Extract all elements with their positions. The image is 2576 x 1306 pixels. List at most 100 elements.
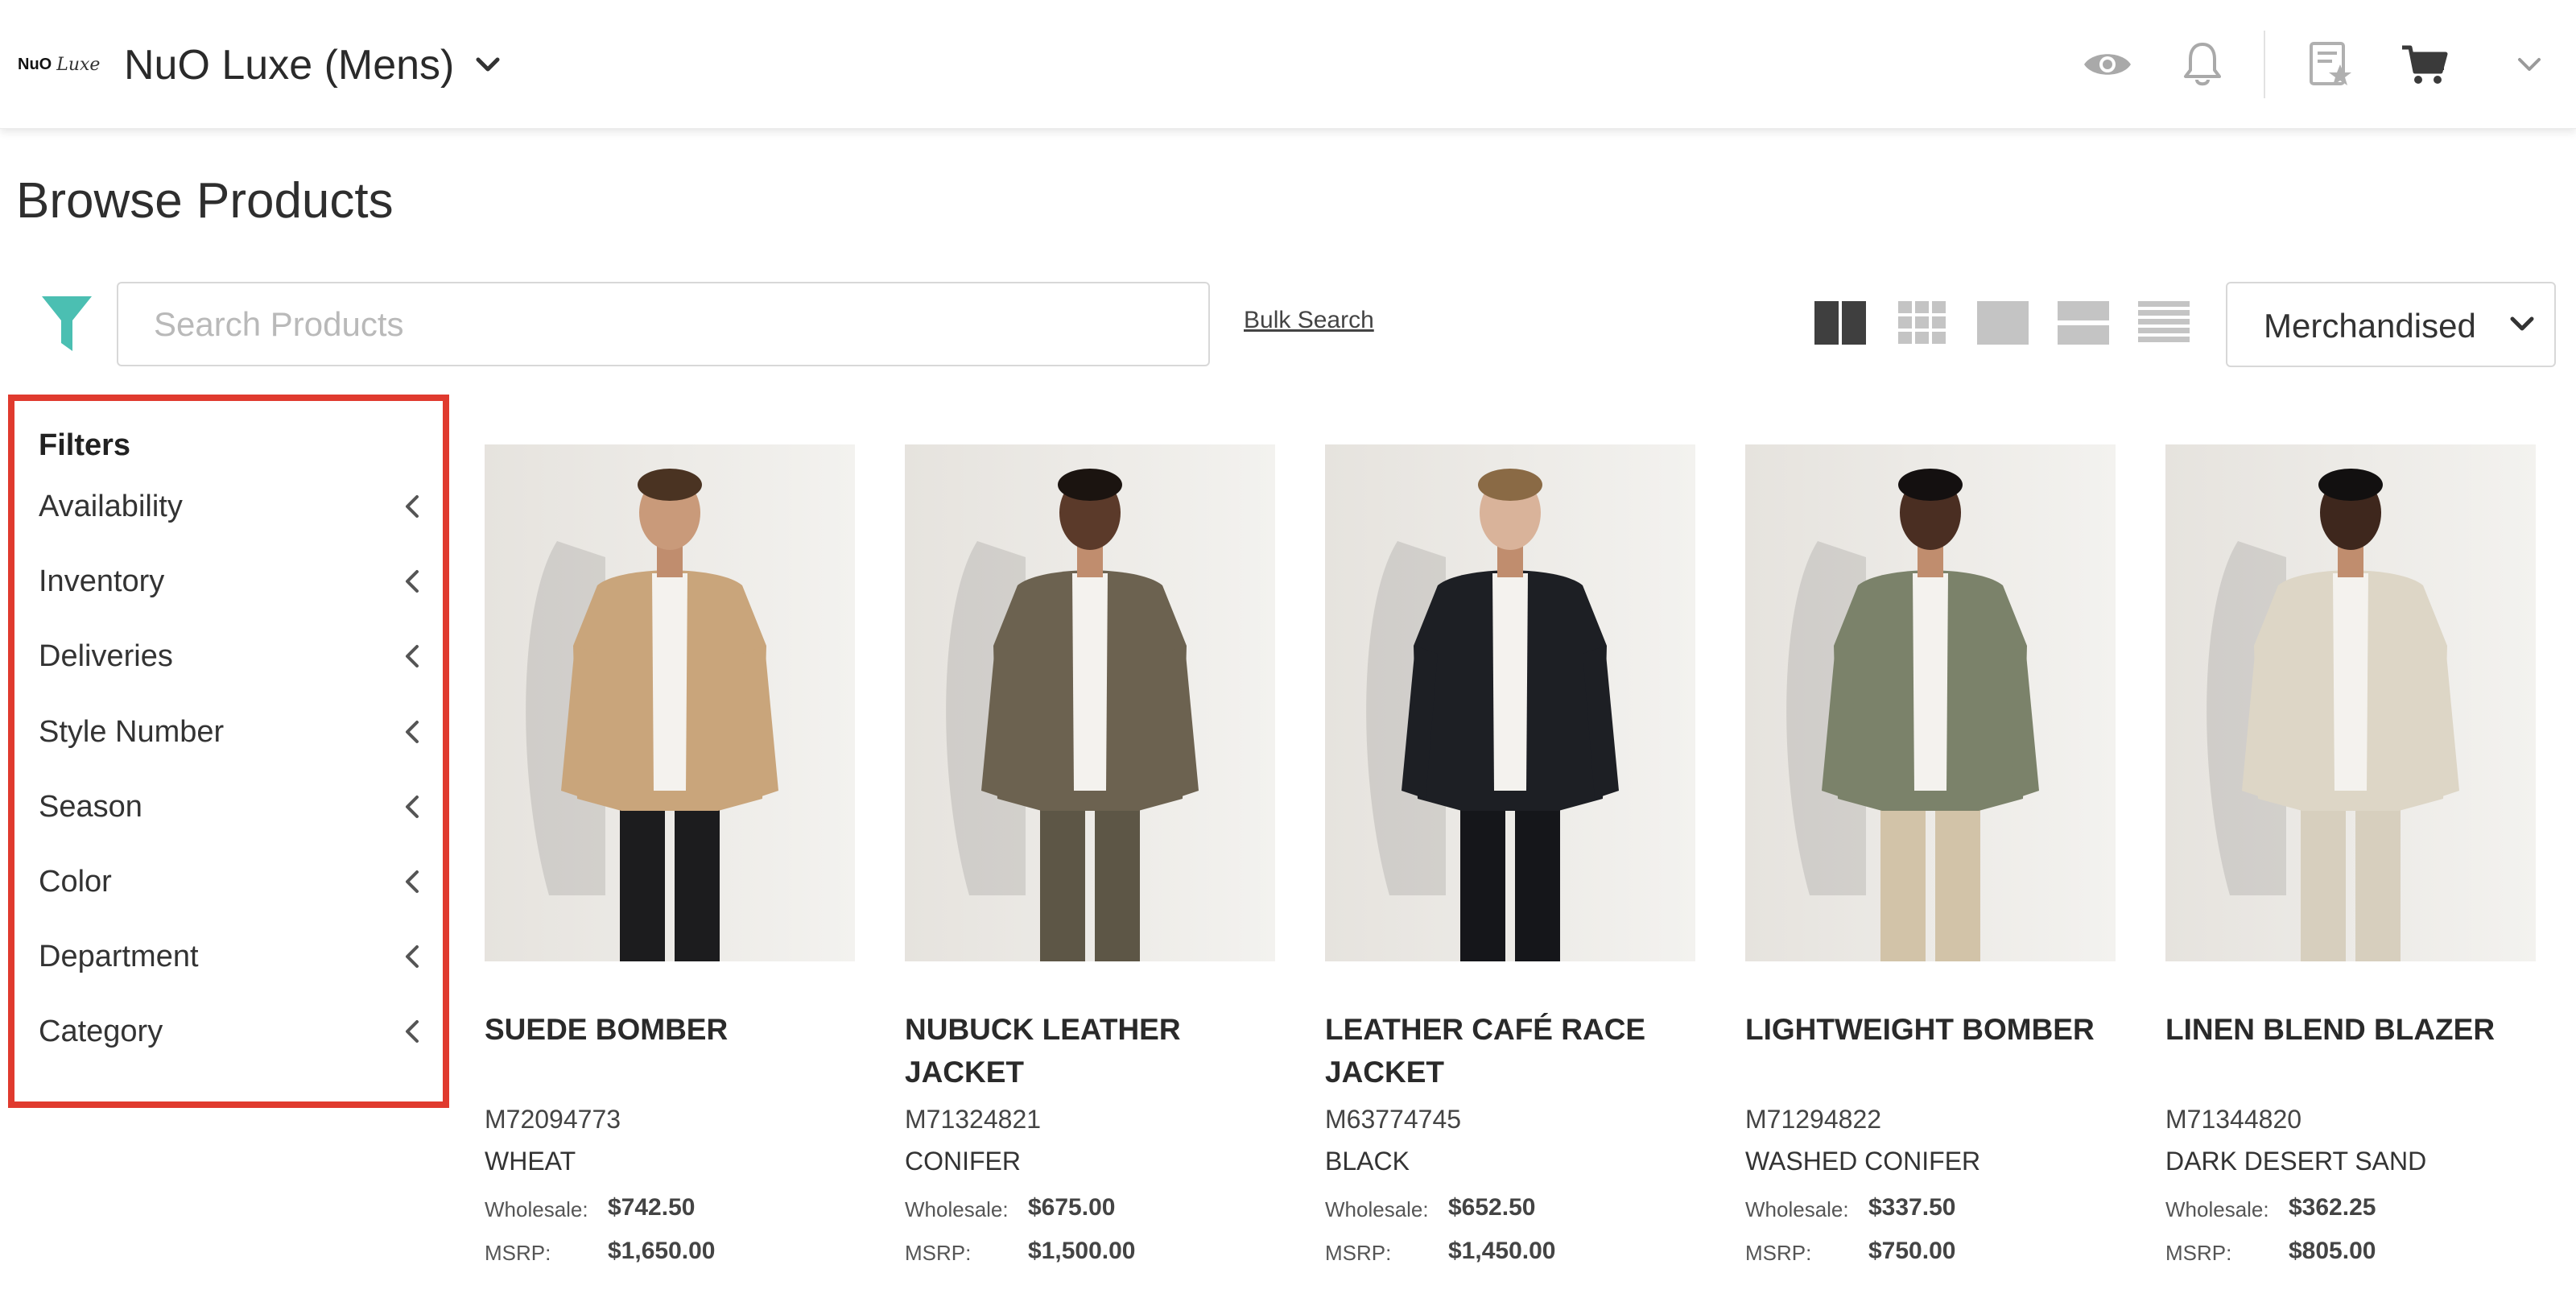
product-color: WASHED CONIFER (1745, 1147, 1981, 1176)
product-image[interactable] (1325, 444, 1695, 961)
product-name[interactable]: LEATHER CAFÉ RACE JACKET (1325, 1008, 1695, 1093)
filter-funnel-icon[interactable] (40, 293, 93, 354)
wholesale-price: $337.50 (1868, 1194, 1956, 1221)
wholesale-price-row: Wholesale: $362.25 (2165, 1192, 2536, 1224)
product-color: WHEAT (485, 1147, 576, 1176)
filter-season[interactable]: Season (14, 778, 443, 834)
view-list-button[interactable] (2136, 298, 2191, 348)
chevron-left-icon (406, 495, 419, 518)
filter-availability[interactable]: Availability (14, 477, 443, 534)
msrp-price: $1,450.00 (1448, 1238, 1556, 1264)
wholesale-label: Wholesale: (2165, 1197, 2269, 1221)
filter-label: Availability (39, 490, 183, 523)
bell-icon[interactable] (2177, 39, 2228, 90)
brand-logo[interactable]: NuO Luxe (18, 48, 108, 81)
search-input[interactable] (117, 282, 1210, 366)
filter-deliveries[interactable]: Deliveries (14, 627, 443, 684)
filter-category[interactable]: Category (14, 1002, 443, 1059)
wholesale-price: $742.50 (608, 1194, 696, 1221)
chevron-down-icon[interactable] (472, 53, 504, 77)
wholesale-price: $362.25 (2289, 1194, 2376, 1221)
view-single-button[interactable] (1975, 298, 2030, 348)
product-sku: M63774745 (1325, 1105, 1462, 1134)
product-name[interactable]: SUEDE BOMBER (485, 1008, 855, 1051)
product-card[interactable]: SUEDE BOMBER M72094773 WHEAT Wholesale: … (485, 444, 855, 1282)
filter-label: Category (39, 1015, 163, 1048)
product-sku: M71324821 (905, 1105, 1042, 1134)
filter-department[interactable]: Department (14, 928, 443, 984)
page-title: Browse Products (16, 173, 394, 229)
filter-label: Inventory (39, 564, 165, 598)
product-image[interactable] (2165, 444, 2536, 961)
msrp-price: $1,650.00 (608, 1238, 716, 1264)
msrp-label: MSRP: (1325, 1241, 1392, 1265)
product-card[interactable]: LEATHER CAFÉ RACE JACKET M63774745 BLACK… (1325, 444, 1695, 1282)
filter-label: Season (39, 790, 142, 824)
chevron-left-icon (406, 721, 419, 743)
msrp-price-row: MSRP: $750.00 (1745, 1235, 2116, 1267)
filter-style-number[interactable]: Style Number (14, 703, 443, 759)
top-bar: NuO Luxe NuO Luxe (Mens) (0, 0, 2576, 129)
product-name[interactable]: NUBUCK LEATHER JACKET (905, 1008, 1275, 1093)
bulk-search-link[interactable]: Bulk Search (1244, 304, 1374, 337)
msrp-label: MSRP: (905, 1241, 972, 1265)
product-color: DARK DESERT SAND (2165, 1147, 2427, 1176)
wholesale-price-row: Wholesale: $742.50 (485, 1192, 855, 1224)
sort-select-value: Merchandised (2264, 307, 2476, 345)
filter-label: Department (39, 940, 199, 973)
header-divider (2264, 31, 2265, 98)
msrp-price-row: MSRP: $1,650.00 (485, 1235, 855, 1267)
product-image[interactable] (485, 444, 855, 961)
product-color: CONIFER (905, 1147, 1021, 1176)
wholesale-label: Wholesale: (485, 1197, 588, 1221)
product-name[interactable]: LINEN BLEND BLAZER (2165, 1008, 2536, 1051)
filter-label: Deliveries (39, 639, 173, 673)
filters-heading: Filters (39, 428, 131, 462)
brand-logo-primary: NuO (18, 55, 52, 73)
view-large-grid-button[interactable] (1813, 298, 1868, 348)
chevron-left-icon (406, 796, 419, 818)
chevron-left-icon (406, 945, 419, 968)
product-card[interactable]: NUBUCK LEATHER JACKET M71324821 CONIFER … (905, 444, 1275, 1282)
filter-label: Color (39, 865, 112, 899)
product-card[interactable]: LINEN BLEND BLAZER M71344820 DARK DESERT… (2165, 444, 2536, 1282)
product-sku: M71294822 (1745, 1105, 1882, 1134)
wholesale-price: $652.50 (1448, 1194, 1536, 1221)
filters-panel: Filters Availability Inventory Deliverie… (8, 395, 449, 1108)
msrp-price: $750.00 (1868, 1238, 1956, 1264)
view-small-grid-button[interactable] (1895, 298, 1950, 348)
wholesale-label: Wholesale: (1325, 1197, 1429, 1221)
filter-color[interactable]: Color (14, 853, 443, 909)
wholesale-price-row: Wholesale: $652.50 (1325, 1192, 1695, 1224)
filter-inventory[interactable]: Inventory (14, 552, 443, 609)
eye-icon[interactable] (2082, 39, 2133, 90)
msrp-price: $805.00 (2289, 1238, 2376, 1264)
msrp-price-row: MSRP: $1,450.00 (1325, 1235, 1695, 1267)
msrp-label: MSRP: (1745, 1241, 1812, 1265)
sort-select[interactable]: Merchandised (2226, 282, 2556, 367)
product-image[interactable] (1745, 444, 2116, 961)
cart-icon[interactable] (2399, 39, 2450, 90)
wholesale-price: $675.00 (1028, 1194, 1116, 1221)
brand-logo-script: Luxe (56, 54, 101, 75)
wholesale-price-row: Wholesale: $675.00 (905, 1192, 1275, 1224)
wholesale-label: Wholesale: (1745, 1197, 1849, 1221)
msrp-price: $1,500.00 (1028, 1238, 1136, 1264)
product-color: BLACK (1325, 1147, 1410, 1176)
chevron-left-icon (406, 870, 419, 893)
chevron-down-icon (2510, 316, 2534, 331)
product-name[interactable]: LIGHTWEIGHT BOMBER (1745, 1008, 2116, 1051)
view-rows-button[interactable] (2056, 298, 2111, 348)
product-sku: M72094773 (485, 1105, 621, 1134)
msrp-label: MSRP: (2165, 1241, 2232, 1265)
product-card[interactable]: LIGHTWEIGHT BOMBER M71294822 WASHED CONI… (1745, 444, 2116, 1282)
wishlist-star-icon[interactable] (2304, 39, 2355, 90)
product-sku: M71344820 (2165, 1105, 2302, 1134)
account-menu-chevron-icon[interactable] (2504, 39, 2555, 90)
msrp-price-row: MSRP: $1,500.00 (905, 1235, 1275, 1267)
brand-title[interactable]: NuO Luxe (Mens) (124, 37, 454, 93)
wholesale-label: Wholesale: (905, 1197, 1009, 1221)
product-image[interactable] (905, 444, 1275, 961)
chevron-left-icon (406, 570, 419, 593)
filter-label: Style Number (39, 715, 225, 749)
